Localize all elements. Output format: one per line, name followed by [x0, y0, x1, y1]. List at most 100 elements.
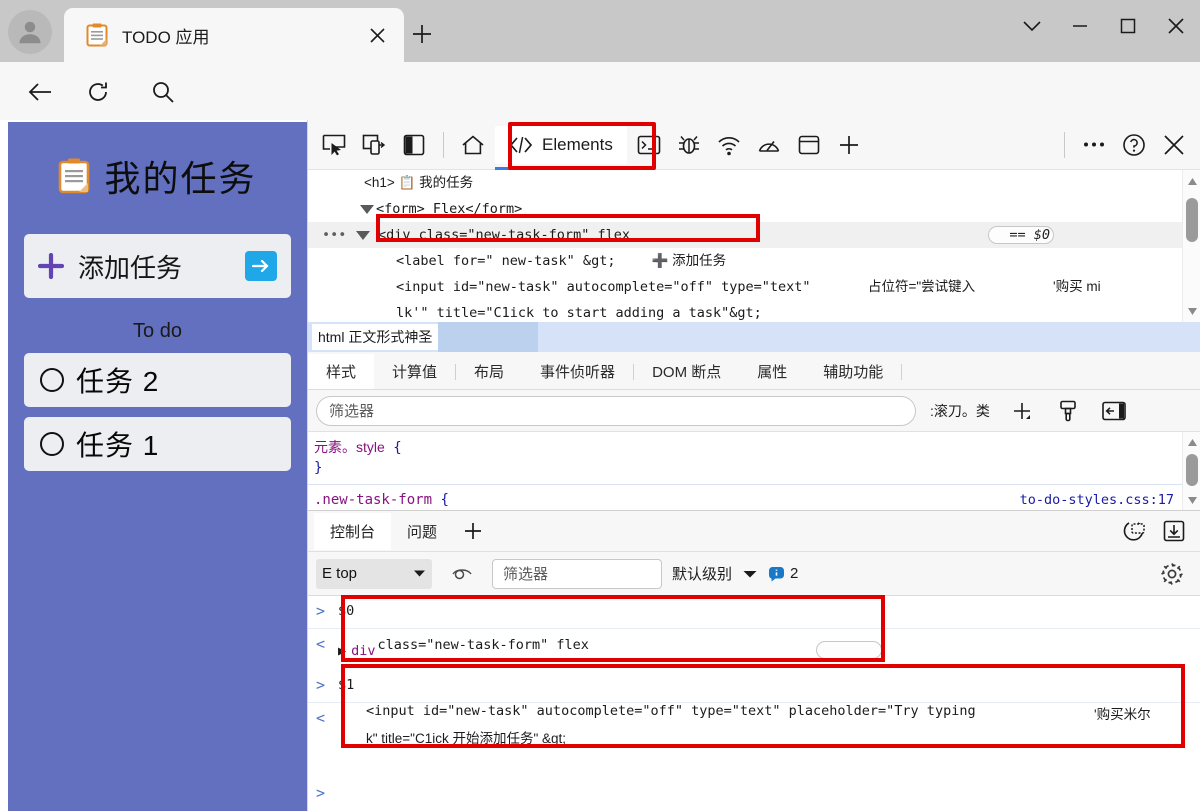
scroll-down-arrow-icon[interactable] [1183, 302, 1200, 320]
tab-title: TODO 应用 [122, 23, 360, 48]
scroll-up-arrow-icon[interactable] [1183, 433, 1200, 451]
save-console-button[interactable] [1154, 512, 1194, 550]
tab-console[interactable]: 控制台 [314, 513, 391, 550]
task-checkbox[interactable] [40, 368, 64, 392]
maximize-icon [1120, 18, 1136, 34]
new-task-form[interactable]: 添加任务 [24, 234, 291, 298]
badge-pill[interactable] [816, 641, 882, 659]
page-viewport: 我的任务 添加任务 To do 任务 2 任务 1 [0, 120, 307, 811]
console-input-line[interactable]: > $0 [308, 596, 1200, 628]
scroll-thumb[interactable] [1186, 454, 1198, 486]
tab-close-button[interactable] [360, 18, 394, 52]
scroll-thumb[interactable] [1186, 198, 1198, 242]
device-emulation-button[interactable] [354, 126, 394, 164]
hover-class-toggle[interactable]: :滚刀。类 [930, 401, 990, 421]
chevron-down-icon [1023, 20, 1041, 32]
styles-rules-list[interactable]: 元素。style { } .new-task-form { to-do-styl… [308, 432, 1200, 510]
console-result-line[interactable]: < ▶ div class="new-task-form" flex [308, 628, 1200, 664]
devtools-help-button[interactable] [1114, 126, 1154, 164]
new-tab-button[interactable] [402, 14, 442, 54]
maximize-button[interactable] [1104, 0, 1152, 52]
styles-scrollbar[interactable] [1182, 432, 1200, 510]
breadcrumb[interactable]: html 正文形式神圣 [308, 322, 1200, 352]
window-close-button[interactable] [1152, 0, 1200, 52]
tab-sources-debugger[interactable] [669, 126, 709, 164]
dom-row[interactable]: <h1> 📋 我的任务 [308, 170, 1200, 196]
tab-event-listeners[interactable]: 事件侦听器 [522, 354, 633, 389]
reload-button[interactable] [80, 74, 116, 110]
tab-dom-breakpoints[interactable]: DOM 断点 [634, 354, 739, 389]
tab-accessibility[interactable]: 辅助功能 [805, 354, 901, 389]
devtools-close-button[interactable] [1154, 126, 1194, 164]
scroll-up-arrow-icon[interactable] [1183, 172, 1200, 190]
expand-triangle-icon[interactable] [360, 205, 374, 214]
breadcrumb-selected-segment[interactable] [438, 322, 538, 352]
chevron-down-icon[interactable] [742, 569, 758, 579]
plus-icon [838, 134, 860, 156]
browser-tab[interactable]: TODO 应用 [64, 8, 404, 62]
add-drawer-tab-button[interactable] [453, 512, 493, 550]
element-state-button[interactable] [1050, 395, 1086, 427]
css-rule-new-task-form[interactable]: .new-task-form { to-do-styles.css:17 [308, 485, 1200, 510]
console-sidebar-toggle[interactable] [442, 555, 482, 593]
dom-tree[interactable]: <h1> 📋 我的任务 <form> Flex</form> ••• <div … [308, 170, 1200, 322]
inspect-element-button[interactable] [314, 126, 354, 164]
css-source-link[interactable]: to-do-styles.css:17 [1020, 490, 1174, 510]
breadcrumb-text[interactable]: html 正文形式神圣 [312, 324, 438, 350]
tab-computed[interactable]: 计算值 [374, 354, 455, 389]
console-context-selector[interactable]: E top [316, 559, 432, 589]
dom-row-text: <form> Flex</form> [348, 201, 522, 217]
tab-issues[interactable]: 问题 [391, 513, 453, 550]
dom-row-placeholder-attr: 占位符="尝试键入 [868, 274, 975, 300]
tab-layout[interactable]: 布局 [456, 354, 522, 389]
welcome-home-button[interactable] [453, 126, 493, 164]
add-task-submit-button[interactable] [245, 251, 277, 281]
console-input-line[interactable]: > $1 [308, 670, 1200, 702]
toolbar-divider [1064, 132, 1065, 158]
profile-button[interactable] [8, 10, 52, 54]
back-arrow-icon [27, 81, 53, 103]
new-style-rule-button[interactable] [1004, 395, 1040, 427]
back-button[interactable] [22, 74, 58, 110]
tab-performance[interactable] [749, 126, 789, 164]
tab-properties[interactable]: 属性 [739, 354, 805, 389]
tab-application[interactable] [789, 126, 829, 164]
tab-console[interactable] [629, 126, 669, 164]
tab-actions-menu-button[interactable] [1008, 0, 1056, 52]
console-icon [637, 135, 661, 155]
styles-filter-input[interactable]: 筛选器 [316, 396, 916, 426]
minimize-button[interactable] [1056, 0, 1104, 52]
dom-row[interactable]: <form> Flex</form> [308, 196, 1200, 222]
scroll-down-arrow-icon[interactable] [1183, 491, 1200, 509]
expand-triangle-icon[interactable]: ▶ [338, 643, 346, 659]
tab-network[interactable] [709, 126, 749, 164]
dom-tree-scrollbar[interactable] [1182, 170, 1200, 322]
task-item[interactable]: 任务 2 [24, 353, 291, 407]
ellipsis-icon [1083, 141, 1105, 148]
console-filter-input[interactable]: 筛选器 [492, 559, 662, 589]
dom-row[interactable]: lk'" title="C1ick to start adding a task… [308, 300, 1200, 322]
console-log-levels[interactable]: 默认级别 [672, 563, 732, 584]
console-settings-button[interactable] [1152, 555, 1192, 593]
console-result-line[interactable]: < <input id="new-task" autocomplete="off… [308, 702, 1200, 768]
toggle-sidebar-button[interactable] [1096, 395, 1132, 427]
task-item[interactable]: 任务 1 [24, 417, 291, 471]
dom-row-selected[interactable]: ••• <div class="new-task-form" flex == $… [308, 222, 1200, 248]
dom-row[interactable]: <label for=" new-task" &gt; ➕ 添加任务 [308, 248, 1200, 274]
tab-styles[interactable]: 样式 [308, 354, 374, 389]
console-message-badge[interactable]: 2 [768, 565, 798, 582]
dock-side-button[interactable] [394, 126, 434, 164]
dom-row-menu-icon[interactable]: ••• [322, 222, 346, 248]
css-rule-element-style[interactable]: 元素。style { [308, 432, 1200, 458]
live-expression-button[interactable] [1114, 512, 1154, 550]
task-checkbox[interactable] [40, 432, 64, 456]
dom-row-placeholder-value: '购买 mi [1053, 274, 1101, 300]
console-output[interactable]: > $0 < ▶ div class="new-task-form" flex … [308, 596, 1200, 808]
dom-row[interactable]: <input id="new-task" autocomplete="off" … [308, 274, 1200, 300]
search-button[interactable] [145, 74, 181, 110]
tab-elements[interactable]: Elements [495, 126, 627, 164]
devtools-more-tools-button[interactable] [1074, 126, 1114, 164]
console-input-line[interactable]: > [308, 778, 1200, 808]
expand-triangle-icon[interactable] [356, 231, 370, 240]
add-panel-button[interactable] [829, 126, 869, 164]
